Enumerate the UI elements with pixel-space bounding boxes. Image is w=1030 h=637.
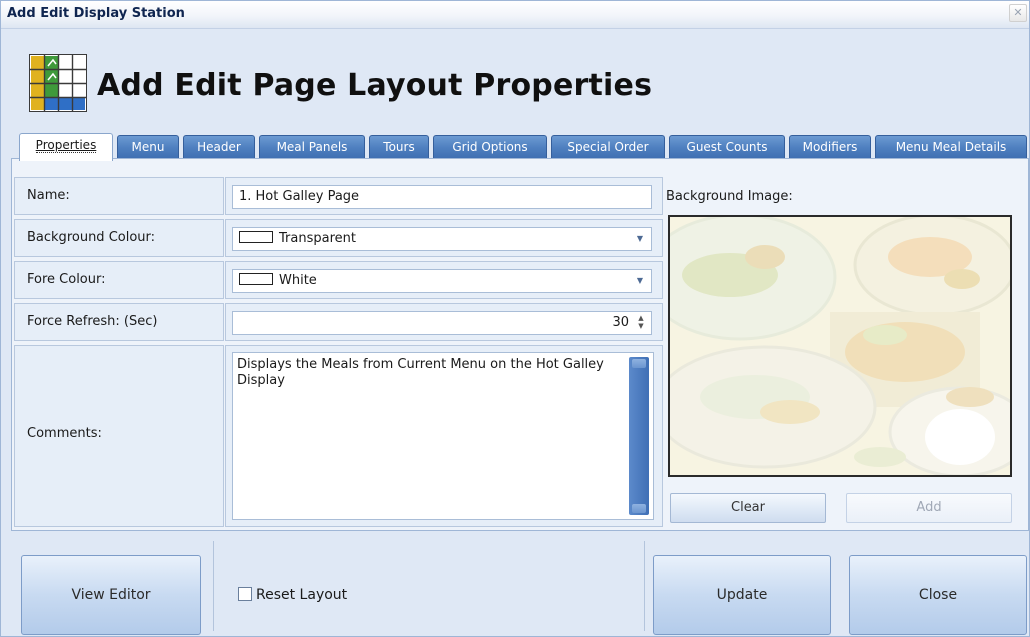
window-title: Add Edit Display Station (7, 6, 185, 21)
tab-menu-meal-details[interactable]: Menu Meal Details (875, 135, 1027, 159)
fore-colour-label: Fore Colour: (14, 261, 224, 299)
fore-colour-select[interactable]: White ▼ (232, 269, 652, 293)
tab-header[interactable]: Header (183, 135, 255, 159)
comments-scrollbar[interactable] (629, 357, 649, 515)
clear-image-button[interactable]: Clear (670, 493, 826, 523)
background-image-label: Background Image: (666, 189, 793, 204)
grid-table-icon (29, 54, 87, 112)
close-button[interactable]: Close (849, 555, 1027, 635)
name-label: Name: (14, 177, 224, 215)
force-refresh-label: Force Refresh: (Sec) (14, 303, 224, 341)
page-title: Add Edit Page Layout Properties (97, 68, 653, 103)
color-swatch-icon (239, 273, 273, 285)
tab-special-order[interactable]: Special Order (551, 135, 665, 159)
fore-colour-cell: White ▼ (225, 261, 663, 299)
tab-tours[interactable]: Tours (369, 135, 429, 159)
properties-panel: Name: 1. Hot Galley Page Background Colo… (11, 158, 1029, 531)
close-icon[interactable]: ✕ (1009, 4, 1027, 22)
color-swatch-icon (239, 231, 273, 243)
reset-layout-checkbox[interactable] (238, 587, 252, 601)
scroll-down-icon[interactable] (632, 504, 646, 513)
footer-divider (644, 541, 645, 631)
tab-grid-options[interactable]: Grid Options (433, 135, 547, 159)
add-image-button[interactable]: Add (846, 493, 1012, 523)
tab-menu[interactable]: Menu (117, 135, 179, 159)
update-button[interactable]: Update (653, 555, 831, 635)
food-plates-image (670, 217, 1010, 475)
title-bar[interactable]: Add Edit Display Station ✕ (1, 1, 1029, 29)
name-field[interactable]: 1. Hot Galley Page (232, 185, 652, 209)
fore-colour-value: White (279, 273, 317, 288)
background-colour-select[interactable]: Transparent ▼ (232, 227, 652, 251)
page-header: Add Edit Page Layout Properties (1, 30, 1029, 130)
name-cell: 1. Hot Galley Page (225, 177, 663, 215)
tab-properties[interactable]: Properties (19, 133, 113, 161)
chevron-down-icon[interactable]: ▼ (635, 270, 645, 292)
background-image-preview[interactable] (668, 215, 1012, 477)
reset-layout-toggle[interactable]: Reset Layout (238, 587, 347, 603)
force-refresh-cell: 30 ▲ ▼ (225, 303, 663, 341)
add-edit-display-station-window: Add Edit Display Station ✕ Add Edit Page… (0, 0, 1030, 637)
footer-divider (213, 541, 214, 631)
tab-meal-panels[interactable]: Meal Panels (259, 135, 365, 159)
comments-label: Comments: (14, 345, 224, 527)
spin-arrows-icon[interactable]: ▲ ▼ (635, 314, 647, 332)
footer-bar: View Editor Reset Layout Update Close (1, 535, 1029, 636)
scroll-up-icon[interactable] (632, 359, 646, 368)
tab-modifiers[interactable]: Modifiers (789, 135, 871, 159)
background-colour-value: Transparent (279, 231, 356, 246)
reset-layout-label: Reset Layout (256, 587, 348, 603)
tab-guest-counts[interactable]: Guest Counts (669, 135, 785, 159)
force-refresh-stepper[interactable]: 30 ▲ ▼ (232, 311, 652, 335)
background-colour-cell: Transparent ▼ (225, 219, 663, 257)
background-colour-label: Background Colour: (14, 219, 224, 257)
view-editor-button[interactable]: View Editor (21, 555, 201, 635)
comments-cell: Displays the Meals from Current Menu on … (225, 345, 663, 527)
force-refresh-value: 30 (612, 315, 629, 330)
tab-strip: Properties Menu Header Meal Panels Tours… (19, 133, 1029, 161)
chevron-down-icon[interactable]: ▼ (635, 228, 645, 250)
comments-field[interactable]: Displays the Meals from Current Menu on … (232, 352, 654, 520)
